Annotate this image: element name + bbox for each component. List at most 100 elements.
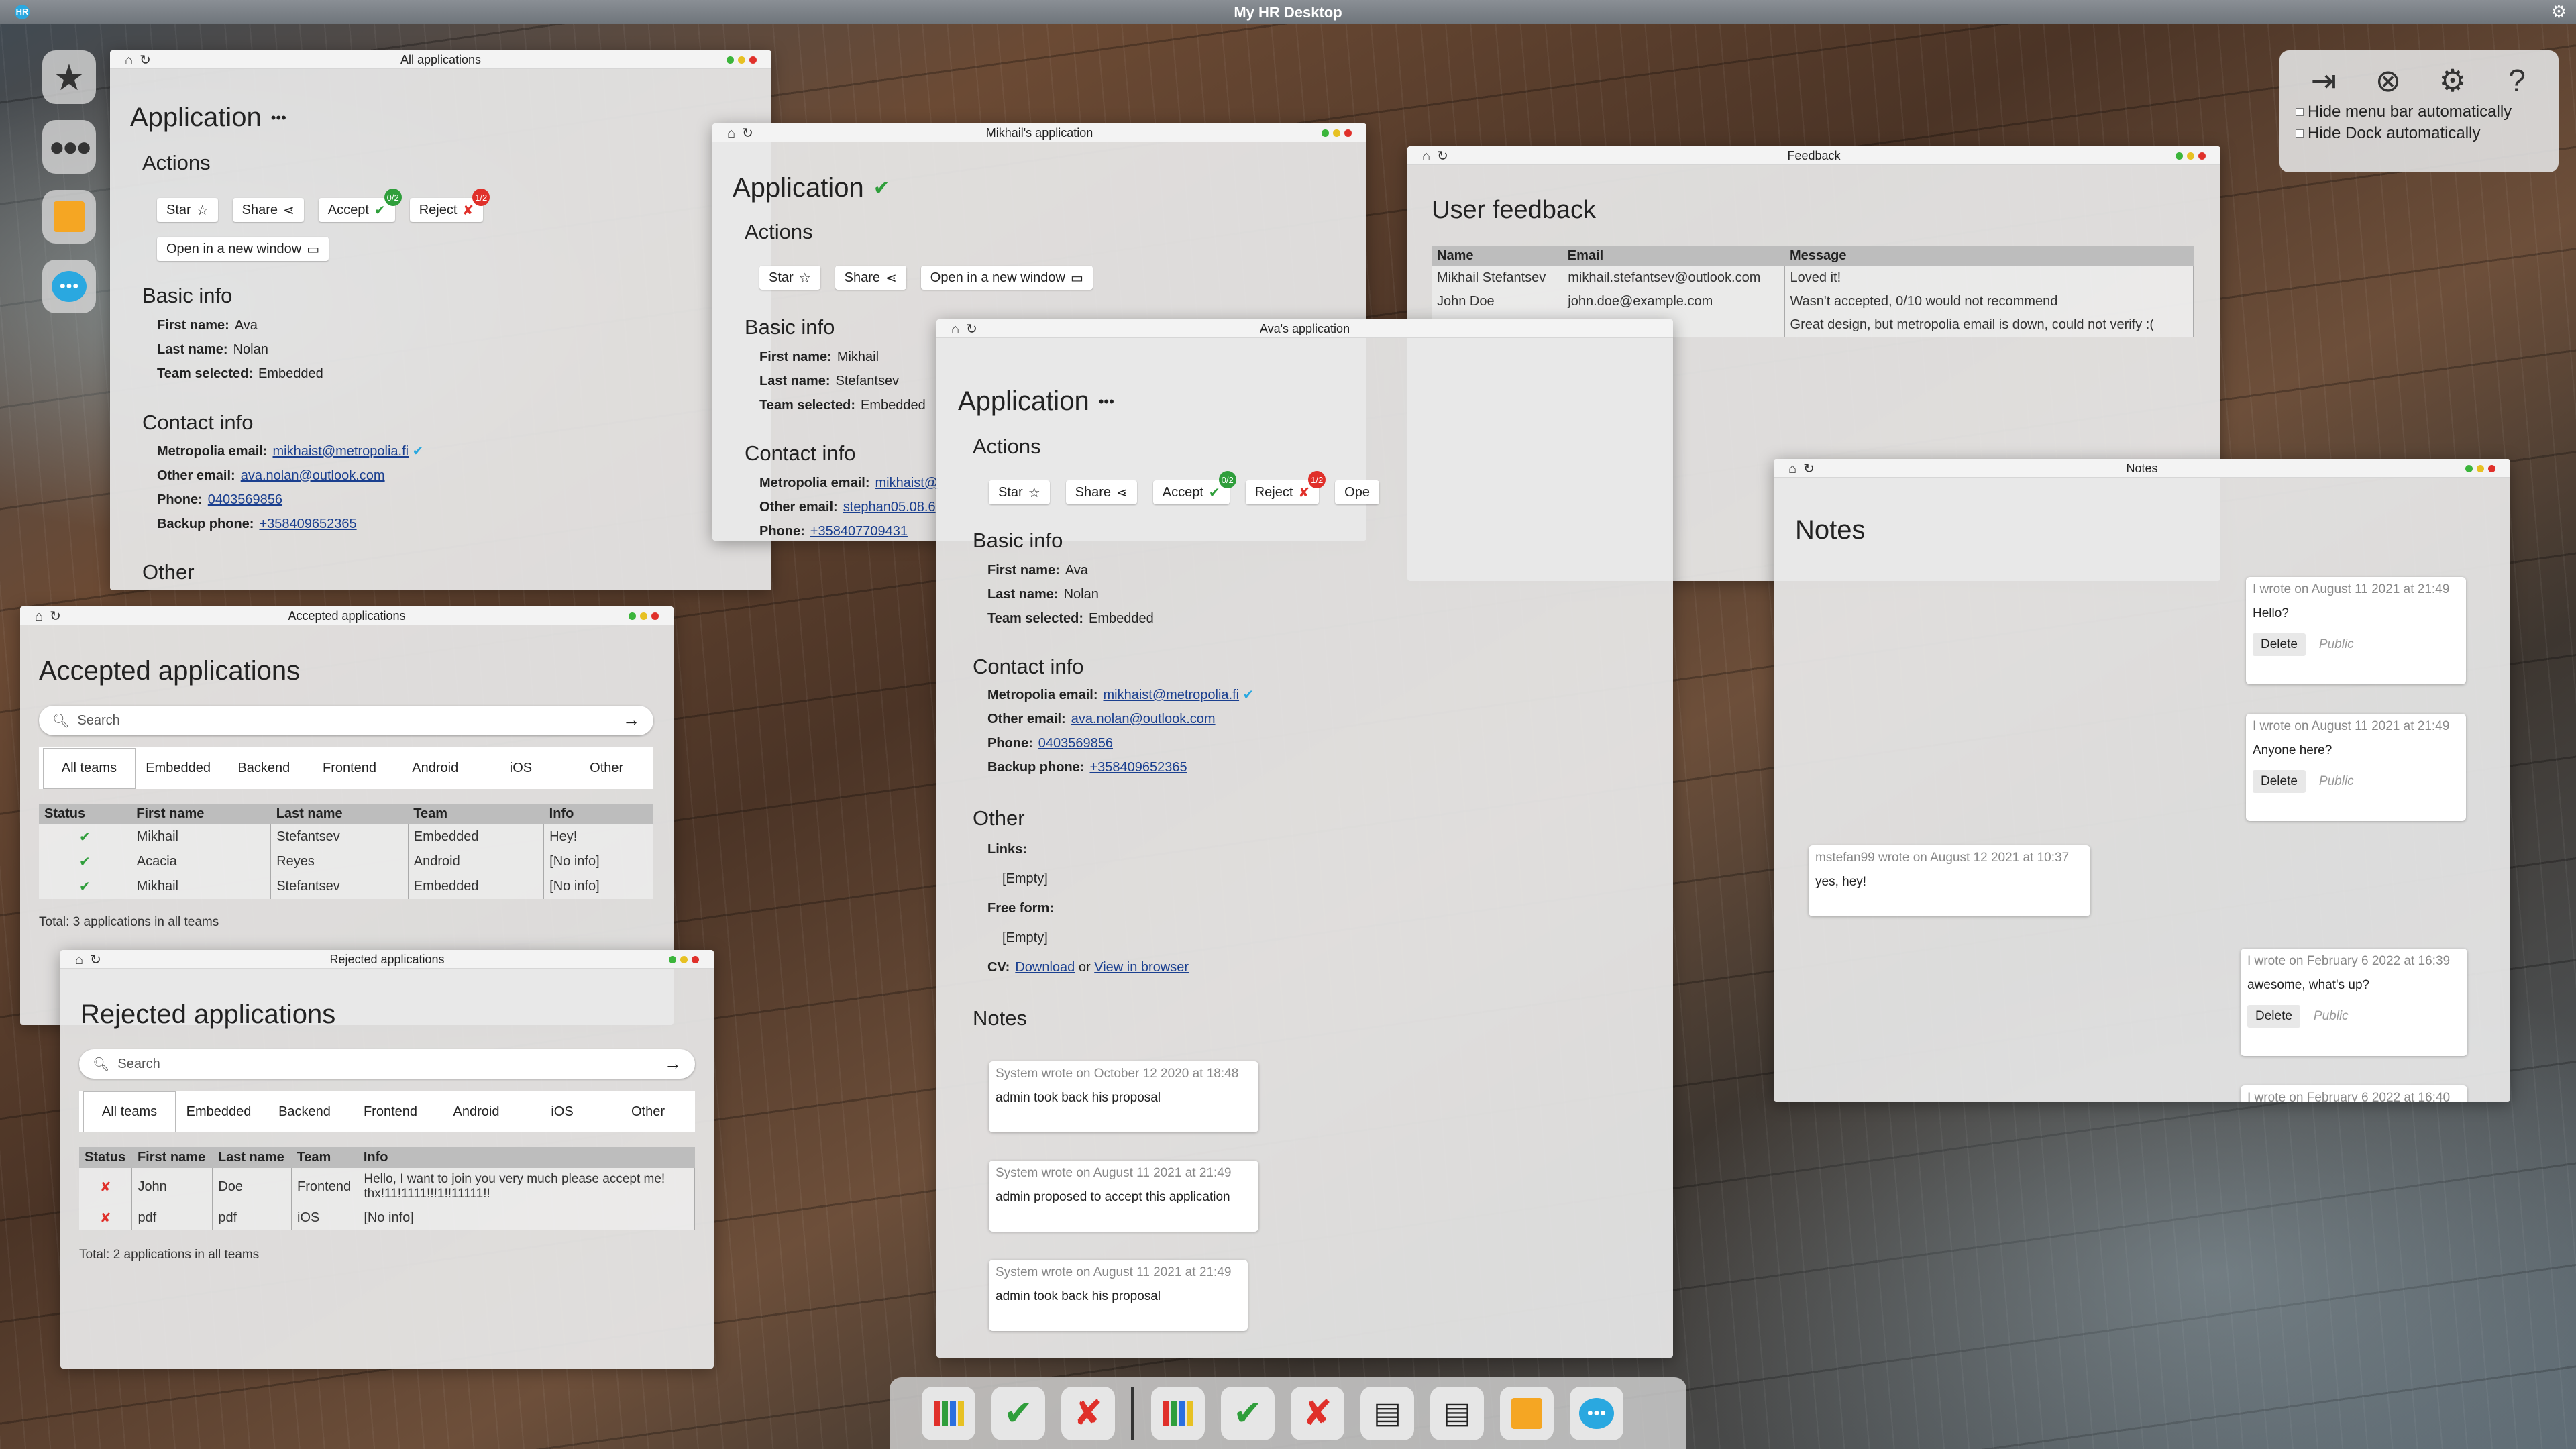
- tab-backend[interactable]: Backend: [221, 761, 307, 776]
- notes-window-dock-button[interactable]: [1500, 1386, 1554, 1440]
- share-button[interactable]: Share ⋖: [232, 198, 304, 222]
- reject-button[interactable]: Reject ✘ 1/2: [409, 189, 490, 222]
- window-controls[interactable]: [669, 956, 699, 963]
- share-button[interactable]: Share ⋖: [1065, 480, 1137, 504]
- cv-download-link[interactable]: Download: [1015, 960, 1075, 975]
- table-row[interactable]: Mikhail Stefantsev mikhail.stefantsev@out…: [1432, 266, 2194, 290]
- metropolia-email-link[interactable]: mikhaist@: [875, 476, 938, 490]
- backup-phone-link[interactable]: +358409652365: [259, 517, 356, 531]
- phone-link[interactable]: +358407709431: [810, 524, 908, 539]
- feedback-window-dock-button[interactable]: ●●●: [1570, 1386, 1623, 1440]
- application-doc-dock-button[interactable]: ▤: [1360, 1386, 1414, 1440]
- rejected-dock-button[interactable]: ✘: [1061, 1386, 1115, 1440]
- tab-other[interactable]: Other: [564, 761, 649, 776]
- tab-android[interactable]: Android: [392, 761, 478, 776]
- titlebar[interactable]: ⌂↻ Ava's application: [936, 319, 1673, 338]
- titlebar[interactable]: ⌂↻ All applications: [110, 50, 771, 69]
- more-dock-button[interactable]: ●●●: [42, 120, 96, 174]
- arrow-right-icon[interactable]: →: [664, 1053, 682, 1074]
- titlebar[interactable]: ⌂↻ Accepted applications: [20, 606, 674, 625]
- tab-android[interactable]: Android: [433, 1104, 519, 1120]
- hide-dock-checkbox[interactable]: [2296, 129, 2304, 138]
- all-applications-window-dock-button[interactable]: [1151, 1386, 1205, 1440]
- help-icon[interactable]: ?: [2500, 62, 2534, 99]
- accept-button[interactable]: Accept ✔ 0/2: [1152, 471, 1236, 504]
- tab-backend[interactable]: Backend: [262, 1104, 347, 1120]
- search-input[interactable]: 🔍︎ Search →: [79, 1049, 695, 1079]
- tab-all-teams[interactable]: All teams: [83, 1091, 176, 1132]
- window-controls[interactable]: [1322, 129, 1352, 137]
- accept-button[interactable]: Accept ✔ 0/2: [318, 189, 402, 222]
- feedback-dock-button[interactable]: ●●●: [42, 260, 96, 313]
- close-all-icon[interactable]: ⊗: [2371, 62, 2406, 99]
- window-controls[interactable]: [2176, 152, 2206, 160]
- other-email-link[interactable]: ava.nolan@outlook.com: [1071, 712, 1216, 727]
- accepted-dock-button[interactable]: ✔: [991, 1386, 1045, 1440]
- logout-icon[interactable]: ⇥: [2306, 62, 2341, 99]
- star-button[interactable]: Star ☆: [989, 480, 1050, 504]
- metropolia-email-link[interactable]: mikhaist@metropolia.fi: [272, 444, 409, 459]
- window-controls[interactable]: [727, 56, 757, 64]
- tab-other[interactable]: Other: [605, 1104, 691, 1120]
- open-new-window-button[interactable]: Open in a new window ▭: [920, 266, 1093, 290]
- window-notes: ⌂↻ Notes Notes I wrote on August 11 2021 …: [1774, 459, 2510, 1102]
- titlebar[interactable]: ⌂↻ Mikhail's application: [712, 123, 1366, 142]
- delete-button[interactable]: Delete: [2253, 633, 2306, 656]
- tab-all-teams[interactable]: All teams: [43, 747, 136, 789]
- hide-menu-checkbox[interactable]: [2296, 108, 2304, 116]
- other-email-link[interactable]: ava.nolan@outlook.com: [241, 468, 385, 483]
- titlebar[interactable]: ⌂↻ Feedback: [1407, 146, 2220, 165]
- table-row[interactable]: ✘ pdf pdf iOS [No info]: [79, 1205, 695, 1230]
- open-new-window-button[interactable]: Ope: [1335, 480, 1379, 504]
- gear-icon[interactable]: ⚙: [2551, 1, 2567, 22]
- more-icon[interactable]: •••: [1099, 393, 1114, 411]
- tab-embedded[interactable]: Embedded: [136, 761, 221, 776]
- titlebar[interactable]: ⌂↻ Rejected applications: [60, 950, 714, 969]
- search-input[interactable]: 🔍︎ Search →: [39, 706, 653, 735]
- favorites-dock-button[interactable]: ★: [42, 50, 96, 104]
- delete-button[interactable]: Delete: [2247, 1005, 2300, 1028]
- other-email-link[interactable]: stephan05.08.6: [843, 500, 936, 515]
- page-title: Accepted applications: [39, 656, 301, 686]
- hide-menu-option[interactable]: Hide menu bar automatically: [2296, 103, 2559, 121]
- window-title: Feedback: [1787, 149, 1841, 162]
- backup-phone-link[interactable]: +358409652365: [1089, 760, 1187, 775]
- col-status: Status: [39, 804, 131, 824]
- tab-frontend[interactable]: Frontend: [307, 761, 392, 776]
- open-new-window-button[interactable]: Open in a new window ▭: [157, 237, 329, 261]
- share-button[interactable]: Share ⋖: [835, 266, 906, 290]
- table-row[interactable]: ✔ Mikhail Stefantsev Embedded [No info]: [39, 874, 653, 899]
- reject-button[interactable]: Reject ✘ 1/2: [1245, 471, 1326, 504]
- table-row[interactable]: ✘ John Doe Frontend Hello, I want to join yo…: [79, 1168, 695, 1205]
- window-controls[interactable]: [629, 612, 659, 620]
- metropolia-email-link[interactable]: mikhaist@metropolia.fi: [1103, 688, 1239, 702]
- tab-frontend[interactable]: Frontend: [347, 1104, 433, 1120]
- cell-name: Mikhail Stefantsev: [1432, 266, 1563, 290]
- accepted-window-dock-button[interactable]: ✔: [1221, 1386, 1275, 1440]
- tab-embedded[interactable]: Embedded: [176, 1104, 262, 1120]
- cv-view-link[interactable]: View in browser: [1094, 960, 1189, 975]
- titlebar[interactable]: ⌂↻ Notes: [1774, 459, 2510, 478]
- more-icon[interactable]: •••: [271, 109, 286, 127]
- rejected-window-dock-button[interactable]: ✘: [1291, 1386, 1344, 1440]
- table-row[interactable]: John Doe john.doe@example.com Wasn't accep…: [1432, 290, 2194, 313]
- window-controls[interactable]: [2465, 465, 2496, 472]
- total-count: Total: 3 applications in all teams: [39, 915, 219, 929]
- hide-dock-option[interactable]: Hide Dock automatically: [2296, 124, 2559, 143]
- notes-dock-button[interactable]: [42, 190, 96, 244]
- application-doc-dock-button-2[interactable]: ▤: [1430, 1386, 1484, 1440]
- arrow-right-icon[interactable]: →: [623, 710, 640, 731]
- star-button[interactable]: Star ☆: [759, 266, 820, 290]
- table-row[interactable]: ✔ Mikhail Stefantsev Embedded Hey!: [39, 824, 653, 849]
- first-name-value: Ava: [234, 318, 258, 333]
- phone-link[interactable]: 0403569856: [208, 492, 282, 507]
- star-button[interactable]: Star ☆: [157, 198, 218, 222]
- page-title: Rejected applications: [80, 1000, 336, 1029]
- delete-button[interactable]: Delete: [2253, 770, 2306, 793]
- all-applications-dock-button[interactable]: [922, 1386, 975, 1440]
- tab-ios[interactable]: iOS: [519, 1104, 605, 1120]
- tab-ios[interactable]: iOS: [478, 761, 564, 776]
- settings-icon[interactable]: ⚙: [2435, 62, 2470, 99]
- phone-link[interactable]: 0403569856: [1038, 736, 1113, 751]
- table-row[interactable]: ✔ Acacia Reyes Android [No info]: [39, 849, 653, 874]
